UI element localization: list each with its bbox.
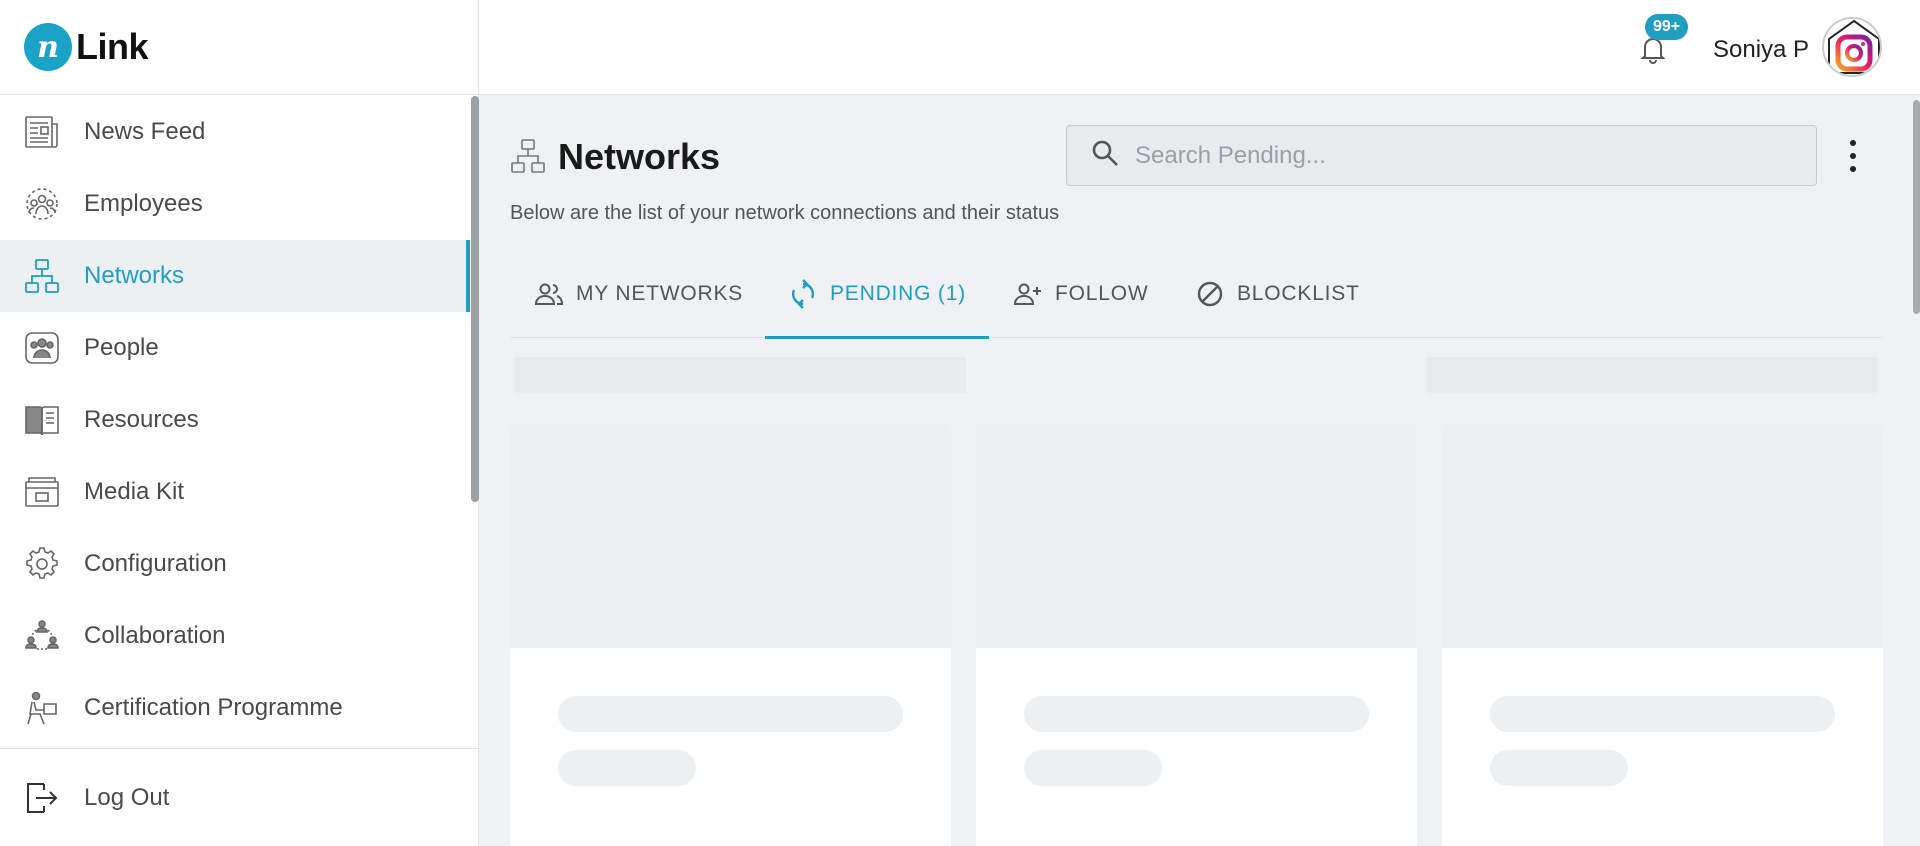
block-icon — [1195, 279, 1225, 309]
skeleton-line — [1024, 696, 1369, 732]
book-icon — [24, 402, 60, 438]
sidebar-item-networks[interactable]: Networks — [0, 240, 470, 312]
people-icon — [24, 330, 60, 366]
logout-label: Log Out — [84, 783, 170, 811]
notification-badge: 99+ — [1645, 14, 1689, 40]
tab-bar: MY NETWORKS PENDING (1) FOLLOW BLOCKLIST — [510, 250, 1883, 339]
sidebar-item-label: Configuration — [84, 550, 227, 577]
skeleton-card — [510, 423, 951, 846]
skeleton-line — [558, 750, 696, 786]
sidebar-item-label: Media Kit — [84, 478, 185, 505]
sidebar-item-news-feed[interactable]: News Feed — [0, 96, 470, 168]
page-title: Networks — [558, 136, 721, 177]
sidebar-item-label: Networks — [84, 262, 185, 289]
skeleton-card-media — [1442, 423, 1883, 648]
skeleton-card-media — [510, 423, 951, 648]
network-icon — [510, 138, 546, 174]
tab-label: MY NETWORKS — [576, 282, 744, 305]
skeleton-card — [1442, 423, 1883, 846]
skeleton-line — [1490, 750, 1628, 786]
sidebar-item-label: Collaboration — [84, 622, 226, 649]
sidebar-item-collaboration[interactable]: Collaboration — [0, 600, 470, 672]
sidebar-nav: News Feed Employees Networks People Reso… — [0, 96, 470, 748]
certification-icon — [24, 690, 60, 726]
tab-label: PENDING (1) — [830, 282, 966, 305]
tab-my-networks[interactable]: MY NETWORKS — [534, 250, 743, 338]
avatar[interactable] — [1822, 17, 1882, 77]
sidebar-item-label: Certification Programme — [84, 694, 343, 721]
sidebar-item-configuration[interactable]: Configuration — [0, 528, 470, 600]
sync-icon — [788, 279, 818, 309]
skeleton-card — [976, 423, 1417, 846]
page-subtitle: Below are the list of your network conne… — [510, 202, 1060, 224]
search-box — [1066, 125, 1817, 186]
search-input[interactable] — [1135, 141, 1795, 170]
sidebar-item-label: People — [84, 334, 159, 361]
network-icon — [24, 258, 60, 294]
skeleton-line — [1024, 750, 1162, 786]
main-scrollbar[interactable] — [1913, 100, 1920, 314]
logo-mark-icon: n — [24, 23, 72, 71]
newspaper-icon — [24, 114, 60, 150]
tab-label: FOLLOW — [1055, 282, 1149, 305]
tab-follow[interactable]: FOLLOW — [1013, 250, 1148, 338]
employees-icon — [24, 186, 60, 222]
sidebar-item-media-kit[interactable]: Media Kit — [0, 456, 470, 528]
sidebar-item-people[interactable]: People — [0, 312, 470, 384]
app-logo[interactable]: n Link — [0, 0, 478, 95]
sidebar-item-label: Employees — [84, 190, 203, 217]
tab-blocklist[interactable]: BLOCKLIST — [1195, 250, 1360, 338]
logout-button[interactable]: Log Out — [0, 748, 478, 846]
sidebar-scrollbar[interactable] — [471, 96, 479, 502]
skeleton-line — [1490, 696, 1835, 732]
person-add-icon — [1013, 279, 1043, 309]
sidebar-item-employees[interactable]: Employees — [0, 168, 470, 240]
logout-icon — [24, 780, 60, 816]
tab-label: BLOCKLIST — [1237, 282, 1360, 305]
sidebar-item-certification-programme[interactable]: Certification Programme — [0, 672, 470, 744]
people-outline-icon — [534, 279, 564, 309]
collaboration-icon — [24, 618, 60, 654]
active-tab-indicator — [765, 336, 989, 339]
skeleton-card-media — [976, 423, 1417, 648]
top-header: 99+ Soniya P — [479, 0, 1920, 95]
skeleton-bar — [1427, 357, 1877, 393]
media-kit-icon — [24, 474, 60, 510]
user-name[interactable]: Soniya P — [1713, 36, 1809, 64]
sidebar: n Link News Feed Employees Networks Peop… — [0, 0, 479, 846]
tab-pending[interactable]: PENDING (1) — [788, 250, 966, 338]
logo-text: Link — [76, 26, 149, 67]
skeleton-bar — [515, 357, 966, 393]
gear-icon — [24, 546, 60, 582]
search-icon — [1091, 139, 1119, 172]
skeleton-line — [558, 696, 903, 732]
sidebar-item-label: Resources — [84, 406, 199, 433]
more-options-icon[interactable] — [1846, 140, 1860, 172]
sidebar-item-label: News Feed — [84, 118, 206, 145]
sidebar-item-resources[interactable]: Resources — [0, 384, 470, 456]
